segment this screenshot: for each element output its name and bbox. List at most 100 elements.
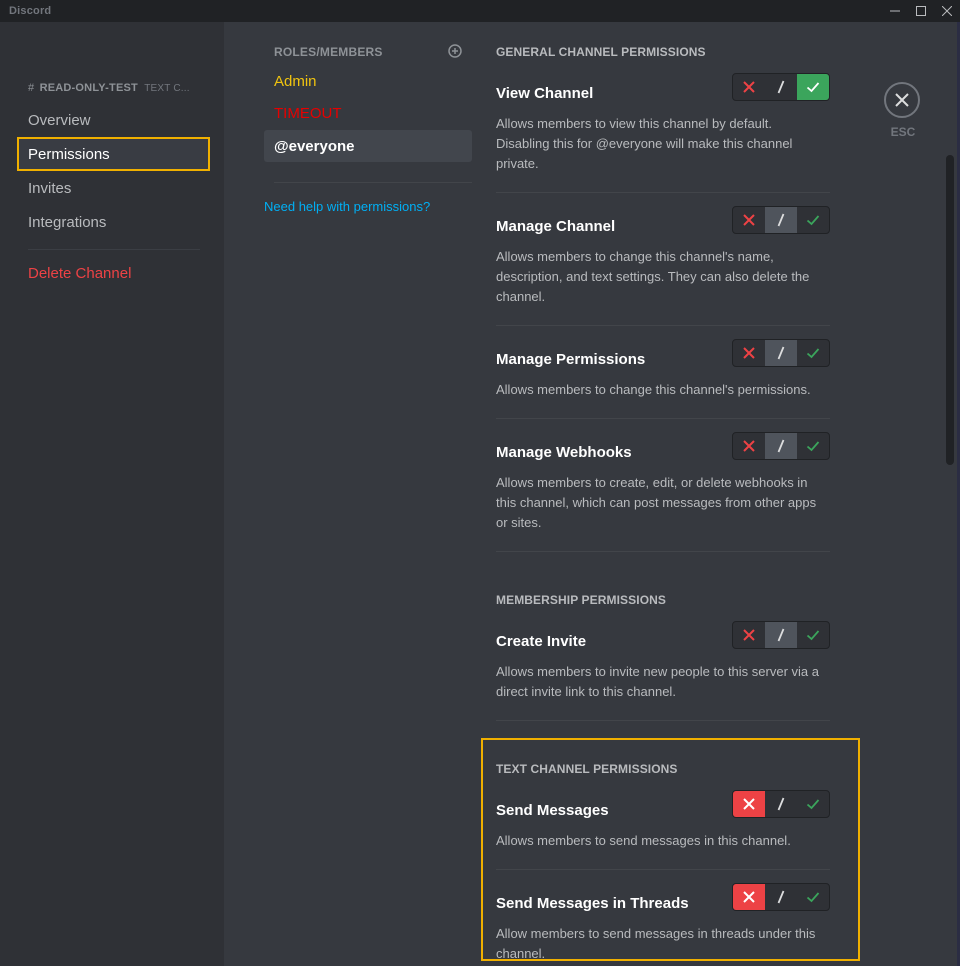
- roles-divider: [274, 182, 472, 183]
- sidebar-item-permissions[interactable]: Permissions: [17, 137, 210, 171]
- sidebar-item-label: Permissions: [28, 145, 110, 163]
- x-icon: [743, 347, 755, 359]
- add-role-button[interactable]: [448, 44, 462, 58]
- permission-row: Manage Webhooks Allows members to create…: [496, 432, 830, 533]
- permission-description: Allows members to change this channel's …: [496, 249, 810, 304]
- role-item-timeout[interactable]: TIMEOUT: [264, 97, 472, 129]
- window-close-icon: [942, 6, 952, 16]
- roles-header: ROLES/MEMBERS: [274, 45, 383, 59]
- permission-description: Allows members to send messages in this …: [496, 833, 791, 848]
- slash-icon: [777, 80, 785, 94]
- app-title: Discord: [9, 5, 52, 17]
- title-bar: Discord: [0, 0, 960, 22]
- deny-button[interactable]: [733, 74, 765, 100]
- allow-button[interactable]: [797, 791, 829, 817]
- role-item-everyone[interactable]: @everyone: [264, 130, 472, 162]
- section-title: MEMBERSHIP PERMISSIONS: [496, 593, 667, 607]
- allow-button[interactable]: [797, 622, 829, 648]
- esc-label: ESC: [890, 125, 916, 139]
- allow-button[interactable]: [797, 433, 829, 459]
- slash-icon: [777, 439, 785, 453]
- slash-icon: [777, 797, 785, 811]
- section-title: GENERAL CHANNEL PERMISSIONS: [496, 45, 706, 59]
- channel-header: # READ-ONLY-TEST TEXT C...: [28, 82, 190, 94]
- settings-sidebar: # READ-ONLY-TEST TEXT C... Overview Perm…: [0, 22, 224, 966]
- sidebar-divider: [28, 249, 200, 250]
- window-close-button[interactable]: [934, 0, 960, 22]
- permission-row: Manage Channel Allows members to change …: [496, 206, 830, 307]
- scrollbar-thumb[interactable]: [946, 155, 954, 465]
- allow-button[interactable]: [797, 207, 829, 233]
- check-icon: [806, 441, 820, 452]
- neutral-button[interactable]: [765, 340, 797, 366]
- channel-type: TEXT C...: [144, 83, 190, 94]
- deny-button[interactable]: [733, 433, 765, 459]
- maximize-icon: [916, 6, 926, 16]
- check-icon: [806, 799, 820, 810]
- sidebar-item-integrations[interactable]: Integrations: [18, 206, 209, 238]
- permission-description: Allows members to invite new people to t…: [496, 664, 819, 699]
- x-icon: [743, 798, 755, 810]
- neutral-button[interactable]: [765, 791, 797, 817]
- neutral-button[interactable]: [765, 884, 797, 910]
- neutral-button[interactable]: [765, 207, 797, 233]
- role-label: Admin: [274, 72, 317, 90]
- permission-toggle: [732, 621, 830, 649]
- permission-divider: [496, 192, 830, 193]
- close-settings: ESC: [884, 82, 922, 139]
- permission-toggle: [732, 432, 830, 460]
- slash-icon: [777, 890, 785, 904]
- permission-toggle: [732, 339, 830, 367]
- close-button[interactable]: [884, 82, 920, 118]
- deny-button[interactable]: [733, 622, 765, 648]
- check-icon: [806, 348, 820, 359]
- role-label: TIMEOUT: [274, 104, 342, 122]
- permission-toggle: [732, 790, 830, 818]
- deny-button[interactable]: [733, 791, 765, 817]
- role-item-admin[interactable]: Admin: [264, 65, 472, 97]
- permission-row: View Channel Allows members to view this…: [496, 73, 830, 174]
- roles-panel: ROLES/MEMBERS Admin TIMEOUT @everyone Ne…: [224, 22, 480, 966]
- neutral-button[interactable]: [765, 622, 797, 648]
- permission-divider: [496, 418, 830, 419]
- role-label: @everyone: [274, 137, 355, 155]
- check-icon: [806, 630, 820, 641]
- permission-divider: [496, 325, 830, 326]
- allow-button[interactable]: [797, 884, 829, 910]
- x-icon: [743, 891, 755, 903]
- slash-icon: [777, 213, 785, 227]
- sidebar-item-overview[interactable]: Overview: [18, 104, 209, 136]
- check-icon: [806, 82, 820, 93]
- deny-button[interactable]: [733, 207, 765, 233]
- allow-button[interactable]: [797, 74, 829, 100]
- minimize-button[interactable]: [882, 0, 908, 22]
- sidebar-item-label: Invites: [28, 179, 72, 197]
- permission-toggle: [732, 206, 830, 234]
- delete-channel-button[interactable]: Delete Channel: [18, 257, 209, 289]
- deny-button[interactable]: [733, 340, 765, 366]
- permission-toggle: [732, 73, 830, 101]
- x-icon: [743, 629, 755, 641]
- neutral-button[interactable]: [765, 74, 797, 100]
- x-icon: [743, 81, 755, 93]
- permission-divider: [496, 551, 830, 552]
- x-icon: [743, 214, 755, 226]
- permissions-help-link[interactable]: Need help with permissions?: [264, 199, 430, 214]
- permission-divider: [496, 869, 830, 870]
- allow-button[interactable]: [797, 340, 829, 366]
- permission-row: Create Invite Allows members to invite n…: [496, 621, 830, 702]
- plus-circle-icon: [448, 44, 462, 58]
- permission-row: Send Messages Allows members to send mes…: [496, 790, 830, 851]
- permissions-content: GENERAL CHANNEL PERMISSIONS View Channel…: [480, 22, 944, 966]
- maximize-button[interactable]: [908, 0, 934, 22]
- x-icon: [743, 440, 755, 452]
- slash-icon: [777, 628, 785, 642]
- deny-button[interactable]: [733, 884, 765, 910]
- permission-toggle: [732, 883, 830, 911]
- sidebar-item-label: Integrations: [28, 213, 107, 231]
- slash-icon: [777, 346, 785, 360]
- permission-description: Allows members to create, edit, or delet…: [496, 475, 817, 530]
- neutral-button[interactable]: [765, 433, 797, 459]
- sidebar-item-invites[interactable]: Invites: [18, 172, 209, 204]
- permission-description: Allow members to send messages in thread…: [496, 926, 816, 961]
